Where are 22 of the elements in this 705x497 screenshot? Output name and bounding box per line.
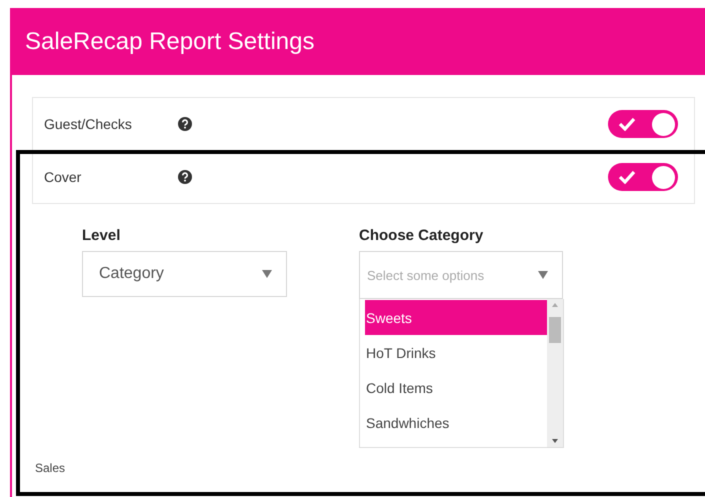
field-label: Level <box>82 227 122 246</box>
option-item[interactable]: Sweets <box>365 300 547 335</box>
help-icon[interactable] <box>178 117 192 131</box>
help-icon[interactable] <box>178 170 192 184</box>
option-item[interactable]: HoT Drinks <box>365 335 547 370</box>
field-label: Choose Category <box>359 227 484 246</box>
section-label: Sales <box>34 461 66 475</box>
caret-icon <box>262 270 272 278</box>
caret-icon <box>538 271 548 279</box>
scroll-down-icon[interactable] <box>552 439 558 443</box>
level-dropdown[interactable]: Category <box>82 251 287 297</box>
toggle-switch[interactable] <box>608 110 678 138</box>
setting-label: Cover <box>44 169 82 185</box>
option-item[interactable]: Cold Items <box>365 370 547 405</box>
window-title: SaleRecap Report Settings <box>25 28 314 56</box>
scrollbar[interactable] <box>547 299 563 447</box>
option-item[interactable]: Sandwhiches <box>365 405 547 440</box>
toggle-switch[interactable] <box>608 163 678 191</box>
scroll-thumb[interactable] <box>549 317 561 343</box>
checkmark-icon <box>618 170 636 184</box>
setting-label: Guest/Checks <box>44 116 133 132</box>
checkmark-icon <box>618 117 636 131</box>
